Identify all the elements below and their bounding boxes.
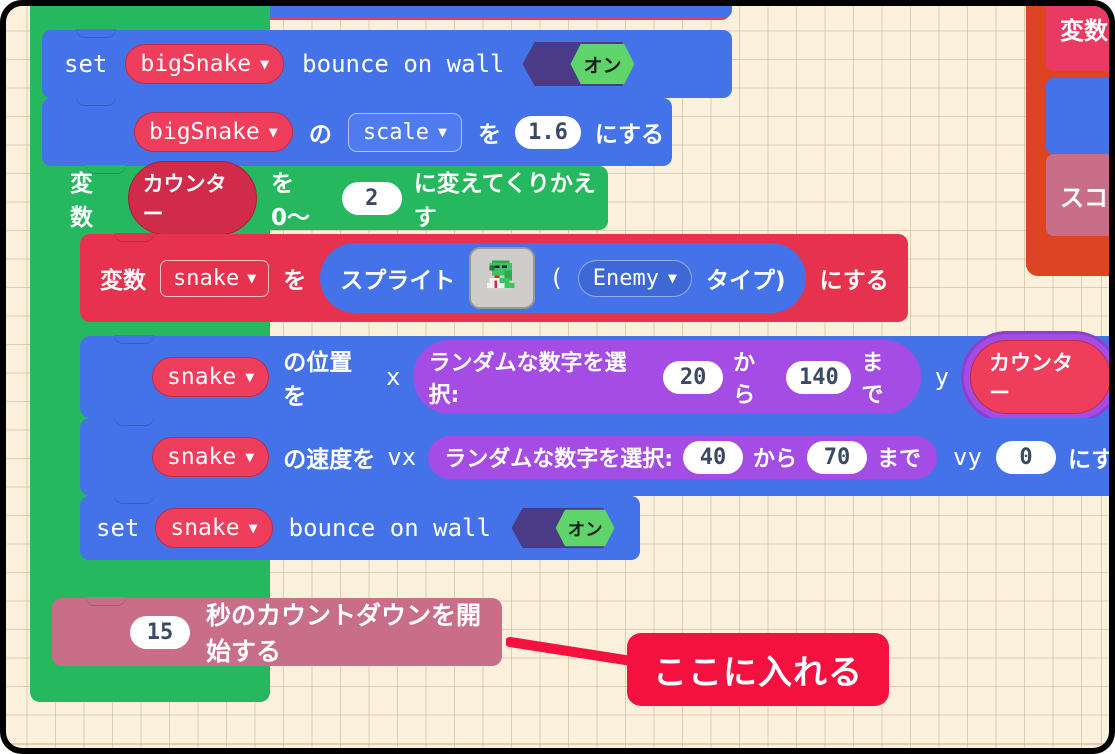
variable-dropdown-snake-bounce[interactable]: snake ▼ [155, 508, 273, 548]
y-value-reporter-wrapper[interactable]: カウンター [961, 331, 1109, 423]
scale-value-input[interactable]: 1.6 [515, 115, 581, 149]
nisuru-suffix-label: にする [594, 122, 665, 148]
snake-sprite-icon[interactable] [469, 247, 536, 309]
block-editor-canvas[interactable]: set bigSnake ▼ bounce on wall オン bigSnak… [6, 6, 1109, 748]
variable-name-label: snake [167, 364, 237, 390]
bounce-toggle-switch[interactable]: オン [522, 42, 635, 86]
loop-variable-counter[interactable]: カウンター [127, 161, 257, 235]
vx-axis-label: vx [387, 443, 417, 471]
random-x-to-input[interactable]: 140 [786, 360, 852, 394]
sprite-kind-label: Enemy [592, 265, 659, 291]
velocity-label: の速度を [283, 447, 376, 473]
set-bounce-on-wall-bigsnake-block[interactable]: set bigSnake ▼ bounce on wall オン [42, 29, 732, 98]
vy-axis-label: vy [953, 443, 982, 471]
chevron-down-icon: ▼ [438, 122, 448, 141]
y-variable-label: カウンター [989, 351, 1074, 405]
y-variable-counter[interactable]: カウンター [970, 340, 1109, 414]
set-variable-to-sprite-block[interactable]: 変数 snake ▼ を スプライト (Enemy ▼ タイプ) にする [80, 233, 908, 322]
made-label: まで [861, 351, 884, 408]
toggle-on-label: オン [555, 509, 615, 547]
kara-label: から [733, 351, 756, 408]
variable-name-label: snake [167, 444, 237, 470]
variable-dropdown-snake-position[interactable]: snake ▼ [152, 357, 270, 397]
right-block-label-3: スコア [1060, 183, 1109, 212]
sprite-reporter-block[interactable]: スプライト (Enemy ▼ タイプ) [320, 243, 806, 313]
variable-dropdown-snake[interactable]: snake ▼ [160, 259, 270, 297]
sprite-label: スプライト [340, 268, 456, 294]
y-value-inner-wrapper: カウンター [966, 336, 1109, 418]
chevron-down-icon: ▼ [248, 518, 258, 537]
paren-open-label: ( [549, 264, 564, 292]
snake-pixel-art [487, 260, 515, 291]
pick-random-vx-block[interactable]: ランダムな数字を選択: 40 から 70 まで [428, 435, 938, 479]
right-clipped-block-blue[interactable] [1046, 78, 1109, 154]
set-position-block[interactable]: snake ▼ の位置を x ランダムな数字を選択: 20 から 140 まで … [80, 331, 1109, 423]
y-axis-label: y [934, 363, 950, 391]
hensu-label: 変数 [100, 268, 146, 294]
pick-random-x-block[interactable]: ランダムな数字を選択: 20 から 140 まで [412, 340, 921, 414]
bounce-on-wall-label: bounce on wall [302, 50, 505, 78]
nisuru-suffix-label: にする [819, 268, 889, 294]
random-vx-to-input[interactable]: 70 [807, 440, 868, 474]
property-name-label: scale [362, 119, 430, 145]
variable-dropdown-bigsnake-2[interactable]: bigSnake ▼ [134, 112, 293, 152]
chevron-down-icon: ▼ [247, 268, 257, 287]
set-keyword-label: set [96, 514, 140, 542]
chevron-down-icon: ▼ [667, 268, 677, 287]
countdown-seconds-input[interactable]: 15 [130, 615, 190, 649]
bounce-on-wall-label: bounce on wall [288, 514, 491, 542]
repeat-for-loop-block[interactable]: 変数 カウンター を0〜 2 に変えてくりかえす [52, 161, 608, 235]
position-label: の位置を [283, 350, 353, 410]
screenshot-frame: set bigSnake ▼ bounce on wall オン bigSnak… [0, 0, 1115, 754]
set-property-scale-block[interactable]: bigSnake ▼ の scale ▼ を 1.6 にする [42, 97, 672, 166]
no-particle-label: の [308, 122, 332, 148]
chevron-down-icon: ▼ [260, 54, 270, 73]
chevron-down-icon: ▼ [245, 367, 255, 386]
chevron-down-icon: ▼ [268, 122, 278, 141]
countdown-label: 秒のカウントダウンを開始する [206, 601, 482, 666]
wo-particle-label: を [478, 122, 502, 148]
right-block-label-1: 変数 [1060, 17, 1108, 45]
sprite-kind-suffix-label: タイプ) [705, 268, 786, 294]
variable-name-label: bigSnake [149, 119, 260, 145]
pick-random-label: ランダムな数字を選択: [444, 447, 673, 472]
chevron-down-icon: ▼ [245, 447, 255, 466]
variable-dropdown-snake-velocity[interactable]: snake ▼ [152, 437, 270, 477]
set-bounce-on-wall-snake-block[interactable]: set snake ▼ bounce on wall オン [80, 495, 640, 560]
toggle-on-label: オン [570, 44, 635, 84]
variable-name-label: snake [173, 265, 240, 291]
loop-to-value-input[interactable]: 2 [341, 181, 402, 215]
set-keyword-label: set [64, 50, 108, 78]
nisuru-suffix-label: にす [1067, 447, 1109, 473]
random-vx-from-input[interactable]: 40 [683, 440, 743, 474]
set-velocity-block[interactable]: snake ▼ の速度を vx ランダムな数字を選択: 40 から 70 まで … [80, 417, 1109, 496]
property-dropdown-scale[interactable]: scale ▼ [347, 112, 463, 152]
right-clipped-block-score[interactable]: スコア [1046, 154, 1109, 236]
variable-dropdown-bigsnake[interactable]: bigSnake ▼ [125, 44, 285, 84]
callout-badge: ここに入れる [627, 633, 889, 706]
vy-value-input[interactable]: 0 [995, 440, 1056, 474]
made-label: まで [877, 447, 922, 472]
kara-label: から [753, 447, 798, 472]
start-countdown-block[interactable]: 15 秒のカウントダウンを開始する [52, 597, 502, 666]
x-axis-label: x [386, 363, 401, 391]
variable-name-label: snake [170, 515, 240, 541]
loop-repeat-suffix-label: に変えてくりかえす [413, 171, 596, 231]
bounce-toggle-switch[interactable]: オン [511, 507, 615, 549]
callout-text: ここに入れる [653, 653, 863, 693]
wo-particle-label: を [283, 268, 307, 294]
sprite-kind-dropdown[interactable]: Enemy ▼ [577, 259, 692, 297]
pick-random-label: ランダムな数字を選択: [428, 351, 627, 408]
hensu-label: 変数 [70, 171, 93, 231]
variable-name-label: bigSnake [140, 51, 252, 77]
loop-from-label: を0〜 [270, 171, 310, 231]
random-x-from-input[interactable]: 20 [663, 360, 724, 394]
right-clipped-block-hensu[interactable]: 変数 [1046, 6, 1109, 71]
loop-variable-label: カウンター [142, 172, 227, 226]
